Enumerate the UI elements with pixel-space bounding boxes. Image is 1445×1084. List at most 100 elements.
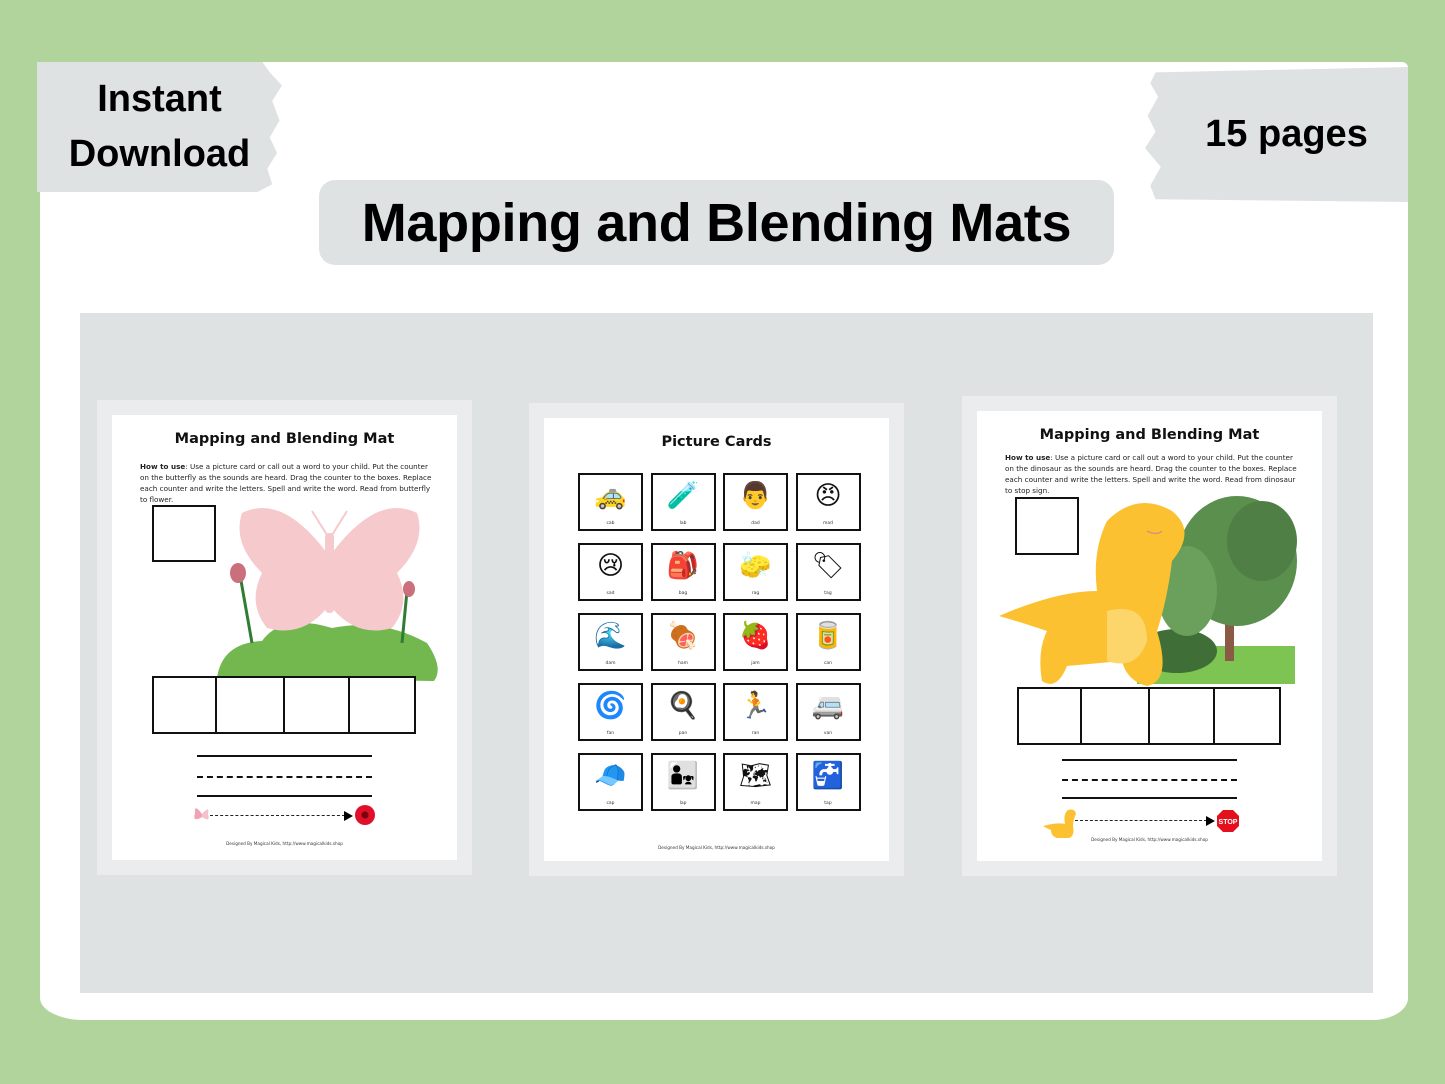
stop-sign-icon: STOP (1217, 810, 1239, 832)
sound-box (1213, 687, 1281, 745)
cap-picture-icon: 🧢 (594, 761, 627, 791)
picture-card-jam: 🍓 jam (723, 613, 788, 671)
picture-card-van: 🚐 van (795, 683, 861, 741)
writing-line-top (1062, 759, 1237, 761)
writing-line-bottom (197, 795, 372, 797)
butterfly-icon (194, 808, 209, 820)
writing-line-dashed (1062, 779, 1237, 781)
tulip-right (403, 581, 415, 597)
card-word-label: cab (606, 521, 615, 526)
picture-card-mad: 😠 mad (795, 473, 861, 531)
card-word-label: map (750, 801, 761, 806)
ham-picture-icon: 🍖 (666, 621, 700, 651)
dad-picture-icon: 👨 (739, 481, 772, 511)
card-word-label: cap (606, 801, 615, 806)
instant-download-badge: Instant Download (37, 62, 282, 192)
card-word-label: lab (679, 521, 687, 526)
stop-text: STOP (1219, 819, 1238, 826)
sound-box (152, 676, 215, 734)
sound-box (1148, 687, 1213, 745)
picture-cards-grid: 🚕 cab 🧪 lab 👨 dad 😠 mad 😢 sad 🎒 bag 🧽 rag 🏷 tag 🌊 dam 🍖 ham… (578, 473, 861, 811)
dinosaur-icon (1043, 809, 1076, 838)
sound-box (215, 676, 283, 734)
sound-box (1017, 687, 1080, 745)
page-count-text: 15 pages (1205, 113, 1368, 155)
picture-card-fan: 🌀 fan (578, 683, 643, 741)
picture-card-tag: 🏷 tag (795, 543, 861, 601)
cab-picture-icon: 🚕 (594, 481, 627, 511)
card-word-label: van (823, 731, 833, 736)
van-picture-icon: 🚐 (811, 691, 845, 721)
arrow-path (210, 815, 345, 816)
badge-line-2: Download (68, 133, 251, 175)
page-count-badge: 15 pages (1145, 67, 1408, 202)
picture-cards-page: Picture Cards 🚕 cab 🧪 lab 👨 dad 😠 mad 😢 sad 🎒 bag 🧽 r… (544, 418, 889, 861)
picture-card-cab: 🚕 cab (578, 473, 643, 531)
picture-card-pan: 🍳 pan (650, 683, 716, 741)
how-to-instructions: How to use: Use a picture card or call o… (140, 461, 437, 505)
page-footer: Designed By Magical Kids, http://www.mag… (226, 841, 343, 846)
card-word-label: fan (606, 731, 615, 736)
writing-line-bottom (1062, 797, 1237, 799)
map-picture-icon: 🗺 (738, 761, 773, 791)
butterfly-scene-illustration (217, 508, 438, 681)
picture-card-dad: 👨 dad (723, 473, 788, 531)
tulip-left (230, 563, 246, 583)
butterfly-icon (239, 508, 420, 631)
dam-picture-icon: 🌊 (594, 621, 627, 651)
bag-picture-icon: 🎒 (666, 551, 700, 581)
card-word-label: jam (751, 661, 760, 666)
mad-picture-icon: 😠 (814, 481, 842, 511)
flower-stem (238, 574, 254, 644)
card-word-label: ham (678, 661, 688, 666)
picture-card-can: 🥫 can (795, 613, 861, 671)
card-word-label: pan (678, 731, 688, 736)
page-footer: Designed By Magical Kids, http://www.mag… (658, 845, 775, 850)
fan-picture-icon: 🌀 (594, 691, 627, 721)
card-word-label: lap (679, 801, 687, 806)
main-title-text: Mapping and Blending Mats (361, 192, 1072, 253)
sad-picture-icon: 😢 (596, 551, 625, 581)
dinosaur-icon (999, 503, 1185, 686)
tag-picture-icon: 🏷 (811, 551, 845, 581)
lap-picture-icon: 👨‍👧 (666, 761, 700, 791)
picture-card-tap: 🚰 tap (795, 753, 861, 811)
ran-picture-icon: 🏃 (739, 691, 772, 721)
card-word-label: can (823, 661, 833, 666)
card-word-label: sad (606, 591, 615, 596)
page-footer: Designed By Magical Kids, http://www.mag… (1091, 837, 1208, 842)
card-word-label: tap (824, 801, 832, 806)
card-word-label: ran (751, 731, 760, 736)
lab-picture-icon: 🧪 (666, 481, 700, 511)
arrow-head-icon (1206, 816, 1215, 826)
tap-picture-icon: 🚰 (811, 761, 845, 791)
main-title: Mapping and Blending Mats (319, 180, 1114, 265)
flower-icon (355, 805, 375, 825)
picture-card-dam: 🌊 dam (578, 613, 643, 671)
arrow-head-icon (344, 811, 353, 821)
picture-card-map: 🗺 map (723, 753, 788, 811)
card-word-label: dad (751, 521, 760, 526)
card-word-label: dam (605, 661, 616, 666)
how-to-label: How to use (140, 462, 186, 471)
dinosaur-mat-page: Mapping and Blending Mat How to use: Use… (977, 411, 1322, 861)
page-preview-picture-cards: Picture Cards 🚕 cab 🧪 lab 👨 dad 😠 mad 😢 sad 🎒 bag 🧽 r… (529, 403, 904, 876)
page-title: Mapping and Blending Mat (1039, 427, 1260, 443)
picture-card-rag: 🧽 rag (723, 543, 788, 601)
sound-boxes (1017, 687, 1281, 745)
writing-line-top (197, 755, 372, 757)
card-word-label: mad (823, 521, 833, 526)
how-to-instructions: How to use: Use a picture card or call o… (1005, 452, 1302, 496)
card-word-label: tag (824, 591, 832, 596)
counter-box (152, 505, 216, 562)
picture-card-sad: 😢 sad (578, 543, 643, 601)
picture-card-ran: 🏃 ran (723, 683, 788, 741)
sound-box (283, 676, 348, 734)
rag-picture-icon: 🧽 (739, 551, 772, 581)
picture-card-bag: 🎒 bag (650, 543, 716, 601)
picture-card-cap: 🧢 cap (578, 753, 643, 811)
sound-boxes (152, 676, 416, 734)
page-preview-dinosaur: Mapping and Blending Mat How to use: Use… (962, 396, 1337, 876)
sound-box (1080, 687, 1148, 745)
picture-card-lab: 🧪 lab (650, 473, 716, 531)
